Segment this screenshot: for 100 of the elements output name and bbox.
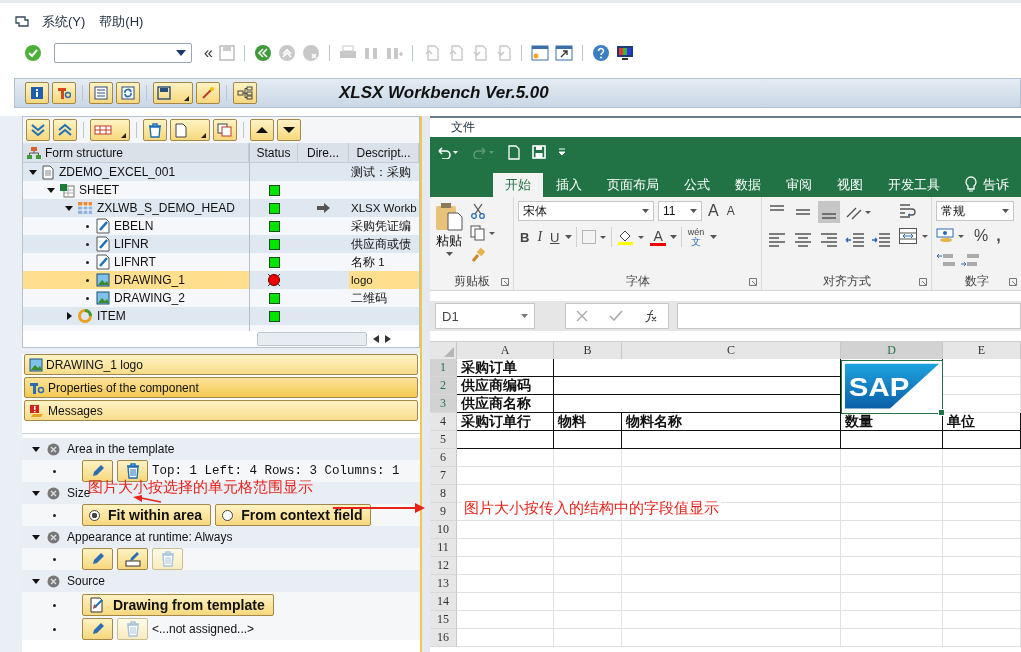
wand-button[interactable] (196, 82, 220, 104)
monitor-icon[interactable] (615, 44, 634, 62)
dialog-launcher-icon[interactable] (1009, 278, 1017, 286)
row-header[interactable]: 14 (430, 593, 457, 611)
tree-node[interactable]: EBELN (114, 219, 154, 233)
tree-node[interactable]: ITEM (97, 309, 126, 323)
column-header[interactable]: Status (249, 143, 298, 162)
name-box[interactable]: D1 (435, 303, 535, 329)
shortcut-icon[interactable] (554, 44, 573, 62)
collapse-icon[interactable] (32, 533, 40, 541)
panel-bar[interactable]: Properties of the component (24, 377, 418, 398)
clear-icon[interactable] (47, 442, 60, 456)
layout-button[interactable] (89, 82, 113, 104)
row-header[interactable]: 7 (430, 467, 457, 485)
settings-button[interactable] (52, 82, 76, 104)
move-down-button[interactable] (277, 119, 301, 141)
column-header[interactable]: C (622, 342, 841, 359)
row-header[interactable]: 10 (430, 521, 457, 539)
cut-icon[interactable] (470, 203, 486, 219)
merge-icon[interactable] (898, 227, 930, 245)
row-header[interactable]: 5 (430, 431, 457, 449)
increase-decimal-icon[interactable] (936, 251, 956, 269)
percent-button[interactable]: % (972, 227, 991, 245)
dropdown-icon[interactable] (565, 235, 573, 239)
comma-button[interactable]: , (994, 227, 1003, 245)
copy-button[interactable] (213, 119, 237, 141)
font-name-field[interactable]: 宋体 (518, 201, 654, 221)
menu-item[interactable]: 帮助(H) (99, 12, 144, 31)
hierarchy-button[interactable] (233, 82, 257, 104)
column-header[interactable]: E (943, 342, 1021, 359)
row-header[interactable]: 6 (430, 449, 457, 467)
ribbon-tab[interactable]: 页面布局 (595, 173, 671, 197)
clear-icon[interactable] (47, 486, 60, 500)
new-file-icon[interactable] (508, 144, 520, 160)
radio-option[interactable]: Fit within area (82, 504, 212, 526)
undo-icon[interactable] (436, 145, 460, 159)
panel-bar[interactable]: Messages (24, 400, 418, 421)
new-button[interactable] (170, 119, 210, 141)
collapse-icon[interactable] (65, 204, 73, 212)
underline-button[interactable]: U (548, 229, 562, 245)
font-color-button[interactable]: A (650, 228, 666, 246)
info-button[interactable] (25, 82, 49, 104)
delete-button[interactable] (143, 119, 167, 141)
row-header[interactable]: 9 (430, 503, 457, 521)
ribbon-tab[interactable]: 开始 (493, 173, 543, 197)
tree-node[interactable]: LIFNRT (114, 255, 156, 269)
customize-icon[interactable] (558, 148, 566, 156)
number-format-field[interactable]: 常规 (936, 201, 1014, 221)
function-icon[interactable] (643, 309, 658, 323)
expand-all-button[interactable] (26, 119, 50, 141)
radio-option[interactable]: From context field (215, 504, 372, 526)
outdent-icon[interactable] (844, 231, 866, 249)
dropdown-icon[interactable] (669, 235, 677, 239)
scroll-left-icon[interactable] (373, 335, 379, 343)
scroll-right-icon[interactable] (385, 335, 391, 343)
collapse-icon[interactable] (29, 168, 37, 176)
row-header[interactable]: 3 (430, 395, 457, 413)
row-header[interactable]: 2 (430, 377, 457, 395)
ribbon-tab[interactable]: 开发工具 (876, 173, 952, 197)
dialog-launcher-icon[interactable] (749, 278, 757, 286)
tell-me-field[interactable]: 告诉 (977, 173, 1009, 197)
edit-button[interactable] (82, 548, 113, 570)
dialog-launcher-icon[interactable] (919, 278, 927, 286)
row-header[interactable]: 15 (430, 611, 457, 629)
save-menu-button[interactable] (153, 82, 193, 104)
check-icon[interactable] (24, 44, 42, 62)
ribbon-tab[interactable]: 公式 (672, 173, 722, 197)
edit-list-button[interactable] (117, 548, 148, 570)
row-header[interactable]: 1 (430, 359, 457, 377)
row-header[interactable]: 8 (430, 485, 457, 503)
menu-icon[interactable] (14, 14, 30, 29)
expand-icon[interactable] (65, 312, 73, 320)
italic-button[interactable]: I (535, 229, 545, 245)
edit-button[interactable] (82, 618, 113, 640)
align-icon[interactable] (766, 231, 788, 249)
indent-icon[interactable] (870, 231, 892, 249)
wrap-text-icon[interactable] (898, 203, 918, 221)
phonetic-button[interactable]: wén 文 (685, 228, 707, 246)
menu-item[interactable]: 系统(Y) (42, 12, 86, 31)
panel-bar[interactable]: DRAWING_1 logo (24, 354, 418, 375)
ribbon-tab[interactable]: 审阅 (774, 173, 824, 197)
border-icon[interactable] (581, 229, 608, 245)
dialog-launcher-icon[interactable] (501, 278, 509, 286)
align-icon[interactable] (818, 231, 840, 249)
dropdown-icon[interactable] (710, 235, 718, 239)
new-window-icon[interactable] (530, 44, 549, 62)
row-header[interactable]: 16 (430, 629, 457, 647)
refresh-button[interactable] (116, 82, 140, 104)
tree-node[interactable]: LIFNR (114, 237, 149, 251)
grow-font-button[interactable]: A (706, 202, 721, 220)
ribbon-tab[interactable]: 视图 (825, 173, 875, 197)
copy-icon[interactable] (470, 225, 496, 241)
tree-node[interactable]: DRAWING_2 (114, 291, 185, 305)
row-header[interactable]: 4 (430, 413, 457, 431)
menu-item[interactable]: 文件 (451, 119, 475, 136)
scrollbar-thumb[interactable] (257, 332, 367, 346)
fill-color-icon[interactable] (616, 228, 647, 246)
history-button[interactable]: « (204, 44, 213, 62)
bold-button[interactable]: B (518, 229, 532, 245)
decrease-decimal-icon[interactable] (960, 251, 980, 269)
